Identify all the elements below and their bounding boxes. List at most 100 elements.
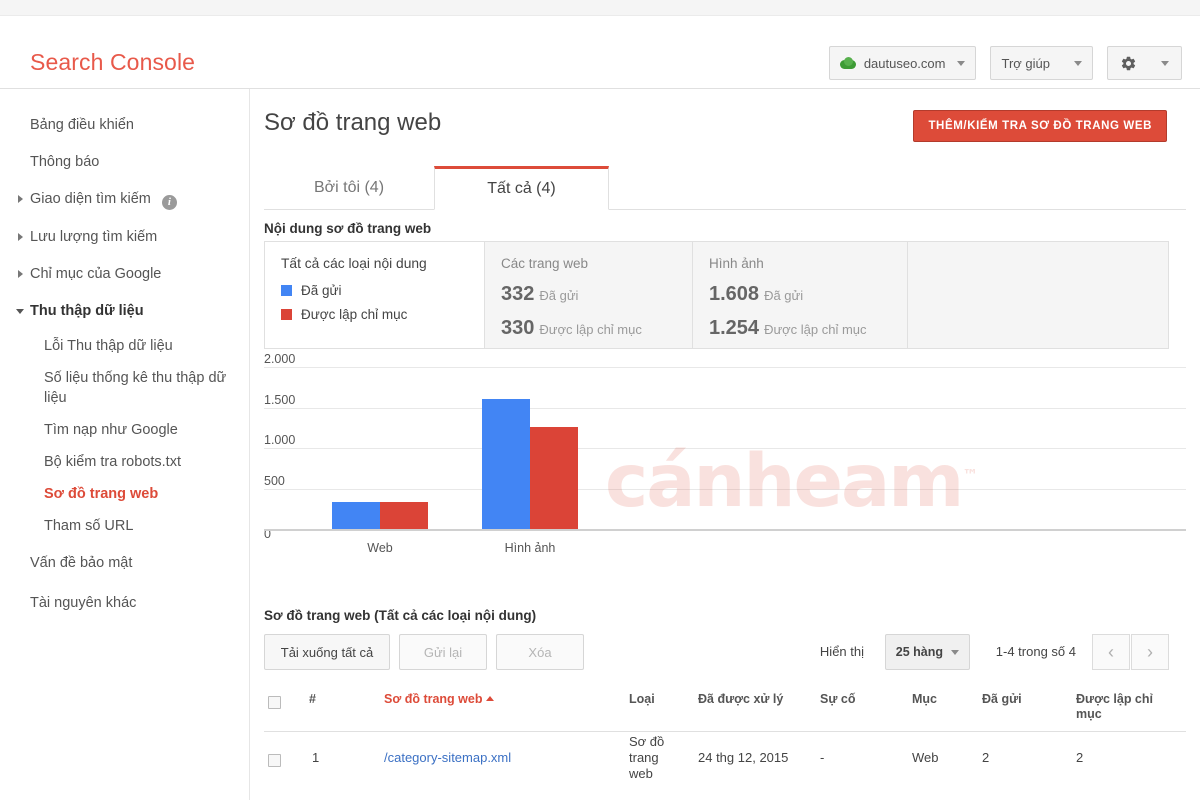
summary-cards: Tất cả các loại nội dung Đã gửi Được lập…: [264, 241, 1169, 349]
chart-gridline: [264, 367, 1186, 368]
sidebar-subitem-label: Bộ kiểm tra robots.txt: [44, 454, 181, 470]
sort-ascending-icon: [486, 696, 495, 701]
sidebar-item-messages[interactable]: Thông báo: [0, 144, 249, 181]
browser-top-strip: [0, 0, 1200, 16]
column-header-sitemap[interactable]: Sơ đồ trang web: [384, 692, 495, 707]
rows-per-page-value: 25 hàng: [895, 645, 943, 659]
sidebar-item-label: Tài nguyên khác: [30, 595, 137, 611]
settings-button[interactable]: [1107, 46, 1182, 80]
column-header-type[interactable]: Loại: [629, 692, 655, 707]
row-select-checkbox[interactable]: [268, 754, 281, 767]
table-title: Sơ đồ trang web (Tất cả các loại nội dun…: [264, 608, 537, 623]
property-selector-button[interactable]: dautuseo.com: [828, 46, 977, 80]
cell-processed: 24 thg 12, 2015: [698, 750, 789, 765]
resubmit-button[interactable]: Gửi lại: [399, 634, 487, 670]
app-brand[interactable]: Search Console: [30, 49, 195, 76]
chevron-down-icon: [951, 649, 959, 655]
legend-label: Được lập chỉ mục: [301, 307, 408, 322]
summary-stat-value: 1.608: [709, 283, 760, 305]
column-header-processed[interactable]: Đã được xử lý: [698, 692, 783, 707]
legend-swatch-blue: [281, 285, 292, 296]
summary-stat-value: 332: [501, 283, 535, 305]
help-button-label: Trợ giúp: [1001, 55, 1050, 71]
tab-all[interactable]: Tất cả (4): [434, 166, 609, 210]
chart-bar[interactable]: [482, 398, 530, 529]
table-toolbar: Tải xuống tất cả Gửi lại Xóa Hiển thị 25…: [264, 634, 1186, 670]
chart-gridline: [264, 407, 1186, 409]
main-content: Sơ đồ trang web THÊM/KIỂM TRA SƠ ĐỒ TRAN…: [250, 89, 1200, 800]
delete-button[interactable]: Xóa: [496, 634, 584, 670]
summary-stat-value: 330: [501, 317, 535, 339]
table-row[interactable]: 1 /category-sitemap.xml Sơ đồ trang web …: [264, 732, 1186, 794]
cell-index: 1: [312, 750, 320, 765]
select-all-checkbox[interactable]: [268, 696, 281, 709]
rows-per-page-select[interactable]: 25 hàng: [884, 634, 970, 670]
sidebar-item-label: Chỉ mục của Google: [30, 266, 162, 282]
summary-stat-submitted: 1.608 Đã gửi: [709, 283, 891, 306]
tab-by-me[interactable]: Bởi tôi (4): [264, 166, 434, 210]
chart-ytick-label: 1.500: [264, 392, 296, 407]
sitemaps-table: # Sơ đồ trang web Loại Đã được xử lý Sự …: [264, 684, 1186, 794]
sidebar-subitem-label: Tham số URL: [44, 518, 134, 534]
sidebar-item-google-index[interactable]: Chỉ mục của Google: [0, 256, 249, 293]
chart-bar[interactable]: [380, 502, 428, 529]
property-selector-label: dautuseo.com: [863, 55, 946, 71]
sidebar-item-label: Thông báo: [30, 154, 100, 170]
sidebar-item-search-traffic[interactable]: Lưu lượng tìm kiếm: [0, 219, 249, 256]
tab-bar: Bởi tôi (4) Tất cả (4): [264, 165, 1186, 210]
prev-page-button[interactable]: ‹: [1092, 634, 1130, 670]
summary-card-title: Các trang web: [501, 256, 589, 271]
sitemap-content-label: Nội dung sơ đồ trang web: [264, 221, 432, 236]
column-header-item-type[interactable]: Mục: [912, 692, 937, 707]
cell-sitemap-link[interactable]: /category-sitemap.xml: [384, 750, 511, 766]
column-header-indexed[interactable]: Được lập chỉ mục: [1076, 692, 1158, 722]
sidebar-item-fetch-as-google[interactable]: Tìm nạp như Google: [0, 414, 249, 446]
summary-card-images[interactable]: Hình ảnh 1.608 Đã gửi 1.254 Được lập chỉ m…: [693, 242, 908, 348]
summary-stat-value: 1.254: [709, 317, 760, 339]
property-cloud-icon: [839, 57, 856, 69]
column-header-issues[interactable]: Sự cố: [820, 692, 855, 707]
sidebar-item-crawl-errors[interactable]: Lỗi Thu thập dữ liệu: [0, 330, 249, 362]
cell-item-type: Web: [912, 750, 939, 765]
sidebar-item-url-parameters[interactable]: Tham số URL: [0, 510, 249, 542]
chevron-down-icon: [957, 60, 966, 66]
chart-xtick-label: Web: [367, 541, 393, 555]
sidebar-item-search-appearance[interactable]: Giao diện tìm kiếm i: [0, 181, 249, 219]
sidebar-item-other-resources[interactable]: Tài nguyên khác: [0, 582, 249, 622]
column-header-submitted[interactable]: Đã gửi: [982, 692, 1022, 707]
sidebar-item-dashboard[interactable]: Bảng điều khiển: [0, 107, 249, 144]
chevron-down-icon: [1161, 60, 1169, 66]
column-header-sitemap-label: Sơ đồ trang web: [384, 692, 483, 706]
legend-item-submitted: Đã gửi: [281, 283, 468, 298]
chevron-right-icon: [18, 270, 23, 278]
download-all-button[interactable]: Tải xuống tất cả: [264, 634, 390, 670]
summary-card-title: Tất cả các loại nội dung: [281, 256, 427, 271]
gear-icon: [1120, 55, 1137, 72]
sidebar-subitem-label: Số liệu thống kê thu thập dữ liệu: [44, 370, 227, 406]
chart-xtick-label: Hình ảnh: [504, 541, 556, 555]
sidebar-item-robots-tester[interactable]: Bộ kiểm tra robots.txt: [0, 446, 249, 478]
summary-stat-indexed: 1.254 Được lập chỉ mục: [709, 317, 891, 340]
page-title: Sơ đồ trang web: [264, 109, 442, 136]
sidebar-item-crawl-stats[interactable]: Số liệu thống kê thu thập dữ liệu: [0, 362, 249, 414]
summary-stat-label: Đã gửi: [539, 288, 579, 303]
chart-gridline: [264, 448, 1186, 449]
info-icon[interactable]: i: [161, 195, 177, 210]
sidebar-item-sitemaps[interactable]: Sơ đồ trang web: [0, 478, 249, 510]
cell-type: Sơ đồ trang web: [629, 734, 665, 781]
summary-card-web-pages[interactable]: Các trang web 332 Đã gửi 330 Được lập chỉ …: [485, 242, 693, 348]
sidebar-subitem-label: Sơ đồ trang web: [44, 486, 159, 502]
help-button[interactable]: Trợ giúp: [990, 46, 1093, 80]
chart-bar[interactable]: [530, 427, 578, 529]
chart-bar[interactable]: [332, 502, 380, 529]
pagination-range: 1-4 trong số 4: [995, 644, 1076, 659]
summary-stat-label: Được lập chỉ mục: [539, 322, 642, 337]
sidebar-item-crawl[interactable]: Thu thập dữ liệu: [0, 293, 249, 330]
add-test-sitemap-button[interactable]: THÊM/KIỂM TRA SƠ ĐỒ TRANG WEB: [913, 110, 1167, 142]
legend-label: Đã gửi: [301, 283, 342, 298]
sidebar-item-security-issues[interactable]: Vấn đề bảo mật: [0, 542, 249, 582]
next-page-button[interactable]: ›: [1131, 634, 1169, 670]
legend-swatch-red: [281, 309, 292, 320]
sidebar-item-label: Lưu lượng tìm kiếm: [30, 229, 158, 245]
column-header-index[interactable]: #: [309, 692, 316, 707]
